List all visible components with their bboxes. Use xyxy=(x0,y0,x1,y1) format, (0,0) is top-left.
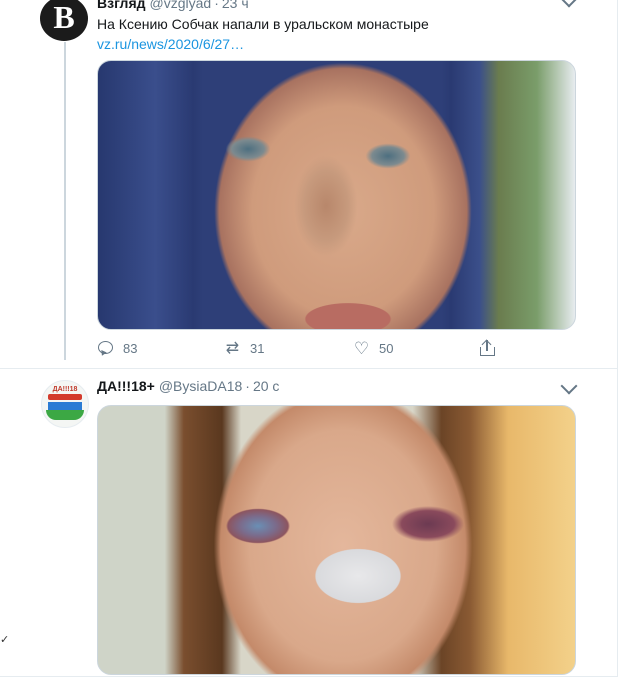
retweet-icon: ⇄ xyxy=(225,340,240,357)
author-name[interactable]: Взгляд xyxy=(97,0,146,11)
tweet-vzglyad[interactable]: B Взгляд @vzglyad · 23 ч На Ксению Собчак н… xyxy=(0,0,617,369)
chevron-down-icon[interactable] xyxy=(560,377,578,395)
avatar-letter: B xyxy=(53,0,75,35)
avatar-band-green xyxy=(46,410,84,420)
tweet-link[interactable]: vz.ru/news/2020/6/27… xyxy=(97,36,244,52)
reply-count: 83 xyxy=(123,341,138,356)
tweet-timestamp[interactable]: 20 с xyxy=(253,378,279,394)
tweet-text: На Ксению Собчак напали в уральском мона… xyxy=(97,16,429,32)
retweet-count: 31 xyxy=(250,341,265,356)
reply-button[interactable]: 83 xyxy=(97,340,137,357)
separator-dot: · xyxy=(214,0,219,11)
heart-icon: ♡ xyxy=(353,339,370,358)
separator-dot: · xyxy=(245,378,250,394)
tweet-header: ДА!!!18+ @BysiaDA18 · 20 с xyxy=(97,378,279,394)
tweet-header: Взгляд @vzglyad · 23 ч xyxy=(97,0,249,11)
like-count: 50 xyxy=(379,341,394,356)
avatar-band-red xyxy=(48,394,82,400)
tweet-bysiada18[interactable]: ДА!!!18 ДА!!!18+ @BysiaDA18 · 20 с xyxy=(0,368,617,679)
share-button[interactable] xyxy=(479,339,505,357)
retweet-button[interactable]: ⇄ 31 xyxy=(224,340,265,357)
avatar[interactable]: B xyxy=(40,0,88,41)
share-icon xyxy=(479,339,496,357)
chevron-down-icon[interactable] xyxy=(560,0,578,8)
author-name[interactable]: ДА!!!18+ xyxy=(97,378,155,394)
author-handle[interactable]: @BysiaDA18 xyxy=(159,378,242,394)
tweet-timestamp[interactable]: 23 ч xyxy=(222,0,249,11)
avatar-logo-text: ДА!!!18 xyxy=(52,386,78,393)
reply-icon xyxy=(97,340,114,357)
avatar-band-blue xyxy=(48,402,82,410)
avatar[interactable]: ДА!!!18 xyxy=(41,380,89,428)
like-button[interactable]: ♡ 50 xyxy=(353,339,394,358)
checkmark-icon: ✓ xyxy=(0,634,10,646)
tweet-actions: 83 ⇄ 31 ♡ 50 xyxy=(97,339,574,360)
tweet-photo[interactable] xyxy=(97,405,576,675)
author-handle[interactable]: @vzglyad xyxy=(150,0,212,11)
tweet-photo[interactable] xyxy=(97,60,576,330)
